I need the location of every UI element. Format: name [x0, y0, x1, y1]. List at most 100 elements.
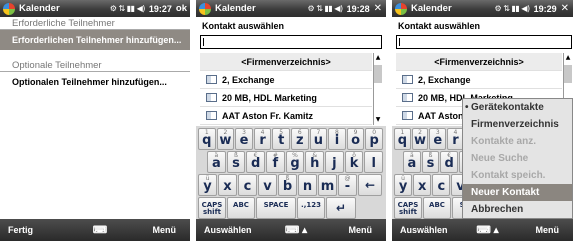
scroll-thumb[interactable] [564, 65, 572, 83]
check-dot-icon: • [465, 102, 469, 113]
key-t[interactable]: 5t [272, 128, 290, 150]
add-required-attendee[interactable]: Erforderlichen Teilnehmer hinzufügen... [0, 30, 190, 50]
key-abc[interactable]: ABC [227, 197, 255, 219]
softkey-right[interactable]: Menü [326, 225, 386, 235]
key-w[interactable]: 2w [216, 128, 235, 150]
menu-item-company-directory[interactable]: Firmenverzeichnis [463, 116, 572, 133]
list-item[interactable]: AAT Aston Fr. Kamitz [200, 107, 372, 125]
key--123[interactable]: .,123 [297, 197, 325, 219]
keyboard-row: üyxcvßbnm@-← [198, 174, 384, 196]
key-e[interactable]: 3e [235, 128, 253, 150]
menu-item-device-contacts[interactable]: • Gerätekontakte [463, 99, 572, 116]
clock[interactable]: 19:27 [149, 4, 172, 14]
key-a[interactable]: äa [207, 151, 226, 173]
key-caps-shift[interactable]: CAPS shift [198, 197, 226, 219]
key-g[interactable]: %g [285, 151, 305, 173]
key-s[interactable]: ßs [226, 151, 246, 173]
key-caps-shift[interactable]: CAPS shift [394, 197, 422, 219]
key-y[interactable]: üy [198, 174, 217, 196]
softkey-left[interactable]: Auswählen [392, 225, 462, 235]
key-u[interactable]: 7u [309, 128, 328, 150]
backspace-key[interactable]: ← [358, 174, 382, 196]
scroll-up-icon[interactable]: ▲ [374, 53, 382, 63]
key-r[interactable]: 4r [253, 128, 272, 150]
softkey-bar: Auswählen ⌨ ▴ Menü [196, 219, 386, 241]
key-abc[interactable]: ABC [423, 197, 451, 219]
title-bar: Kalender ⚙ ⇅ ▮▮ ◀) 19:27 ok [0, 0, 190, 17]
clock[interactable]: 19:29 [534, 4, 557, 14]
status-icons[interactable]: ⚙ ⇅ ▮▮ ◀) [307, 4, 343, 13]
softkey-right[interactable]: Menü [130, 225, 190, 235]
keyboard-icon[interactable]: ⌨ ▴ [266, 225, 326, 236]
key-j[interactable]: j [325, 151, 344, 173]
list-item[interactable]: 2, Exchange [200, 71, 372, 89]
key-z[interactable]: 6z [290, 128, 309, 150]
app-title: Kalender [215, 3, 256, 14]
key-s[interactable]: ßs [421, 151, 440, 173]
start-icon[interactable] [395, 2, 407, 15]
key-b[interactable]: ßb [278, 174, 297, 196]
contact-card-icon [206, 75, 217, 84]
menu-item-save-contact: Kontakt speich. [471, 170, 546, 181]
keyboard-icon[interactable]: ⌨ [70, 225, 130, 236]
soft-keyboard: 1q2w3e4r5t6z7u8i9o0päaßs€d#f%g&hjöklüyxc… [196, 126, 386, 219]
softkey-left[interactable]: Fertig [0, 225, 70, 235]
status-icons[interactable]: ⚙ ⇅ ▮▮ ◀) [494, 4, 530, 13]
key-n[interactable]: n [298, 174, 317, 196]
add-optional-attendee[interactable]: Optionalen Teilnehmer hinzufügen... [0, 72, 190, 92]
contact-search-input[interactable] [200, 35, 382, 49]
list-item[interactable]: 20 MB, HDL Marketing [200, 89, 372, 107]
start-icon[interactable] [199, 2, 211, 15]
key-d[interactable]: € d [246, 151, 266, 173]
scroll-down-icon[interactable]: ▼ [374, 115, 382, 125]
key-v[interactable]: v [258, 174, 277, 196]
key-x[interactable]: x [218, 174, 237, 196]
enter-key[interactable]: ↵ [326, 197, 356, 219]
list-item[interactable]: <Firmenverzeichnis> [396, 53, 562, 71]
list-item[interactable]: 2, Exchange [396, 71, 562, 89]
contact-search-input[interactable] [396, 35, 572, 49]
key-d[interactable]: € d [440, 151, 459, 173]
key-x[interactable]: x [413, 174, 432, 196]
key-h[interactable]: &h [305, 151, 325, 173]
screen-select-contact: Kalender ⚙ ⇅ ▮▮ ◀) 19:28 ✕ Kontakt auswä… [196, 0, 386, 241]
keyboard-row: 1q2w3e4r5t6z7u8i9o0p [198, 128, 384, 150]
key-k[interactable]: ök [344, 151, 364, 173]
scroll-up-icon[interactable]: ▲ [564, 53, 572, 63]
menu-item-cancel[interactable]: Abbrechen [463, 201, 572, 218]
required-section: Erforderliche Teilnehmer Erforderlichen … [0, 18, 190, 50]
key--[interactable]: @- [338, 174, 357, 196]
key-e[interactable]: 3e [429, 128, 447, 150]
key-a[interactable]: äa [403, 151, 421, 173]
softkey-bar: Auswählen ⌨ ▴ Menü [392, 219, 573, 241]
scroll-thumb[interactable] [374, 65, 382, 83]
keyboard-icon[interactable]: ⌨ ▴ [462, 225, 513, 236]
key-q[interactable]: 1q [394, 128, 411, 150]
key-c[interactable]: c [432, 174, 451, 196]
key-p[interactable]: 0p [365, 128, 383, 150]
clock[interactable]: 19:28 [347, 4, 370, 14]
key-y[interactable]: üy [394, 174, 413, 196]
close-icon[interactable]: ✕ [374, 3, 382, 14]
scrollbar[interactable]: ▲ ▼ [373, 53, 382, 125]
close-icon[interactable]: ✕ [561, 3, 569, 14]
key-f[interactable]: #f [266, 151, 285, 173]
key-i[interactable]: 8i [328, 128, 346, 150]
menu-item-new-contact[interactable]: Neuer Kontakt [463, 184, 572, 201]
softkey-left[interactable]: Auswählen [196, 225, 266, 235]
list-item[interactable]: <Firmenverzeichnis> [200, 53, 372, 71]
section-heading: Optionale Teilnehmer [0, 60, 190, 72]
start-icon[interactable] [3, 2, 15, 15]
status-icons[interactable]: ⚙ ⇅ ▮▮ ◀) [110, 4, 146, 13]
ok-button[interactable]: ok [176, 3, 187, 14]
key-m[interactable]: m [318, 174, 337, 196]
key-c[interactable]: c [238, 174, 257, 196]
keyboard-row: äaßs€d#f%g&hjökl [198, 151, 384, 173]
key-space[interactable]: SPACE [256, 197, 296, 219]
key-o[interactable]: 9o [346, 128, 365, 150]
softkey-right[interactable]: Menü [513, 225, 573, 235]
key-q[interactable]: 1q [198, 128, 216, 150]
key-l[interactable]: l [364, 151, 384, 173]
key-w[interactable]: 2w [411, 128, 429, 150]
select-contact-label: Kontakt auswählen [202, 21, 285, 31]
